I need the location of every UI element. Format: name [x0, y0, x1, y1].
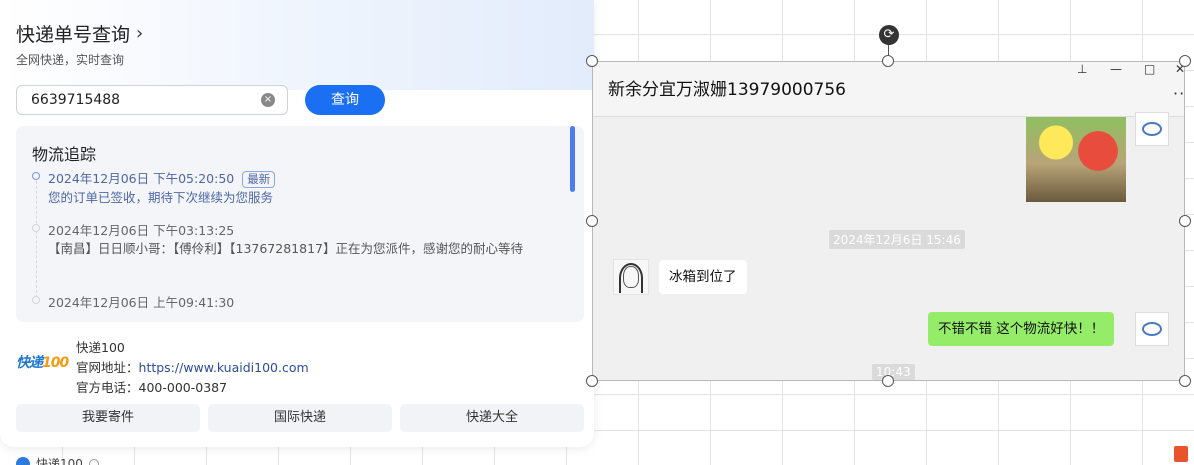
company-url-link[interactable]: https://www.kuaidi100.com — [139, 360, 309, 375]
info-icon — [88, 458, 99, 465]
tracking-number-input[interactable]: 6639715488 — [16, 85, 288, 115]
outgoing-message: 不错不错 这个物流好快！！ — [928, 312, 1115, 346]
kuaidi100-logo: 快递100 — [16, 355, 69, 371]
rotate-handle-icon[interactable]: ⟳ — [879, 25, 899, 45]
timeline-dot — [32, 224, 40, 232]
my-avatar — [1135, 112, 1169, 146]
company-name: 快递100 — [76, 340, 125, 355]
kuaidi100-icon — [16, 456, 30, 465]
chat-timestamp: 2024年12月6日 15:46 — [829, 230, 965, 249]
resize-handle[interactable] — [1179, 375, 1191, 387]
tracking-scrollbar[interactable] — [570, 126, 575, 192]
clear-icon[interactable]: × — [261, 93, 275, 107]
resize-handle[interactable] — [1179, 55, 1191, 67]
pin-icon[interactable]: ⊥ — [1077, 62, 1087, 76]
source-label: 快递100 — [16, 455, 99, 465]
express-directory-button[interactable]: 快递大全 — [400, 404, 584, 432]
query-button[interactable]: 查询 — [305, 85, 385, 115]
card-title[interactable]: 快递单号查询 › — [16, 20, 143, 47]
chat-screenshot-image[interactable]: 新余分宜万淑姗13979000756 ⊥ — □ ✕ ··· 2024年12月6… — [592, 61, 1185, 381]
card-subtitle: 全网快递，实时查询 — [16, 53, 125, 67]
timeline-dot — [32, 296, 40, 304]
resize-handle[interactable] — [586, 375, 598, 387]
company-site: 官网地址：https://www.kuaidi100.com — [76, 360, 309, 375]
maximize-icon[interactable]: □ — [1144, 62, 1155, 76]
event-time: 2024年12月06日 上午09:41:30 — [48, 295, 235, 310]
app-icon[interactable] — [1168, 438, 1194, 465]
timeline-line — [36, 181, 37, 303]
event-desc: 【南昌】日日顺小哥：【傅伶利】【13767281817】正在为您派件，感谢您的耐… — [48, 241, 523, 256]
resize-handle[interactable] — [586, 215, 598, 227]
tracking-heading: 物流追踪 — [32, 145, 97, 164]
chat-header: 新余分宜万淑姗13979000756 ⊥ — □ ✕ ··· — [593, 62, 1184, 117]
more-icon[interactable]: ··· — [1173, 84, 1184, 103]
international-express-button[interactable]: 国际快递 — [208, 404, 392, 432]
send-package-button[interactable]: 我要寄件 — [16, 404, 200, 432]
my-avatar — [1135, 312, 1169, 346]
resize-handle[interactable] — [1179, 215, 1191, 227]
resize-handle[interactable] — [586, 55, 598, 67]
event-time: 2024年12月06日 下午03:13:25 — [48, 223, 235, 238]
resize-handle[interactable] — [882, 375, 894, 387]
event-desc: 您的订单已签收，期待下次继续为您服务 — [48, 190, 274, 205]
minimize-icon[interactable]: — — [1110, 62, 1122, 76]
latest-badge: 最新 — [242, 171, 276, 188]
timeline-dot-active — [32, 172, 40, 180]
chevron-right-icon: › — [136, 23, 144, 44]
chat-title: 新余分宜万淑姗13979000756 — [608, 80, 846, 100]
company-phone: 官方电话：400-000-0387 — [76, 380, 228, 395]
sticker-image — [1026, 117, 1126, 202]
incoming-message: 冰箱到位了 — [659, 260, 747, 294]
contact-avatar — [613, 259, 649, 295]
resize-handle[interactable] — [882, 55, 894, 67]
event-time: 2024年12月06日 下午05:20:50 最新 — [48, 168, 276, 188]
